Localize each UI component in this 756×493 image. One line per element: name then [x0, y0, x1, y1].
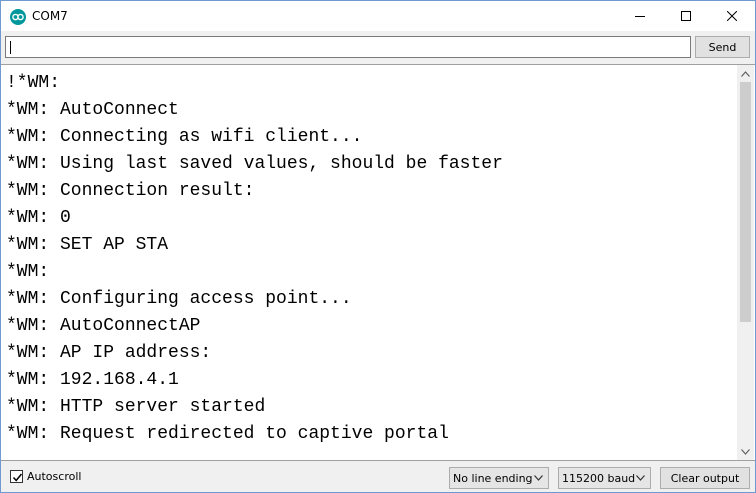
output-line: *WM: 192.168.4.1: [6, 370, 179, 390]
send-input[interactable]: [5, 36, 691, 58]
close-button[interactable]: [709, 1, 755, 31]
bottom-bar: Autoscroll No line ending 115200 baud Cl…: [1, 462, 755, 492]
maximize-icon: [681, 11, 691, 21]
serial-output[interactable]: !*WM: *WM: AutoConnect *WM: Connecting as …: [1, 64, 755, 461]
arduino-infinity-icon: [10, 9, 26, 25]
output-line: *WM: AP IP address:: [6, 343, 212, 363]
send-button[interactable]: Send: [695, 36, 750, 58]
scrollbar-thumb[interactable]: [740, 82, 751, 322]
output-line: *WM: Request redirected to captive porta…: [6, 424, 449, 444]
send-row: Send: [1, 31, 755, 63]
output-line: *WM: AutoConnect: [6, 100, 179, 120]
checkmark-icon: [12, 473, 23, 482]
close-icon: [727, 11, 737, 21]
output-line: !*WM:: [6, 73, 61, 93]
maximize-button[interactable]: [663, 1, 709, 31]
text-caret: [10, 41, 11, 54]
output-line: *WM: HTTP server started: [6, 397, 266, 417]
baud-rate-value: 115200 baud: [562, 472, 636, 485]
scroll-up-button[interactable]: [737, 65, 754, 82]
scroll-down-button[interactable]: [737, 443, 754, 460]
clear-output-button[interactable]: Clear output: [660, 467, 750, 489]
baud-rate-select[interactable]: 115200 baud: [558, 467, 651, 489]
output-line: *WM: Connection result:: [6, 181, 255, 201]
window-title: COM7: [32, 9, 68, 23]
output-line: *WM: Configuring access point...: [6, 289, 352, 309]
serial-monitor-window: COM7 Send !*WM: *WM: AutoConnect *WM: Conn…: [0, 0, 756, 493]
output-line: *WM: AutoConnectAP: [6, 316, 201, 336]
line-ending-select[interactable]: No line ending: [449, 467, 549, 489]
chevron-down-icon: [534, 475, 543, 481]
output-line: *WM: 0: [6, 208, 71, 228]
output-line: *WM:: [6, 262, 50, 282]
chevron-down-icon: [741, 448, 750, 455]
autoscroll-checkbox[interactable]: [10, 470, 23, 483]
output-lines: !*WM: *WM: AutoConnect *WM: Connecting as …: [6, 70, 503, 448]
output-line: *WM: Connecting as wifi client...: [6, 127, 363, 147]
output-line: *WM: SET AP STA: [6, 235, 169, 255]
output-line: *WM: Using last saved values, should be …: [6, 154, 503, 174]
minimize-icon: [635, 16, 645, 17]
chevron-up-icon: [741, 70, 750, 77]
line-ending-value: No line ending: [453, 472, 533, 485]
minimize-button[interactable]: [617, 1, 663, 31]
chevron-down-icon: [636, 475, 645, 481]
autoscroll-label[interactable]: Autoscroll: [27, 470, 81, 483]
title-bar[interactable]: COM7: [1, 1, 755, 31]
vertical-scrollbar[interactable]: [737, 65, 754, 460]
